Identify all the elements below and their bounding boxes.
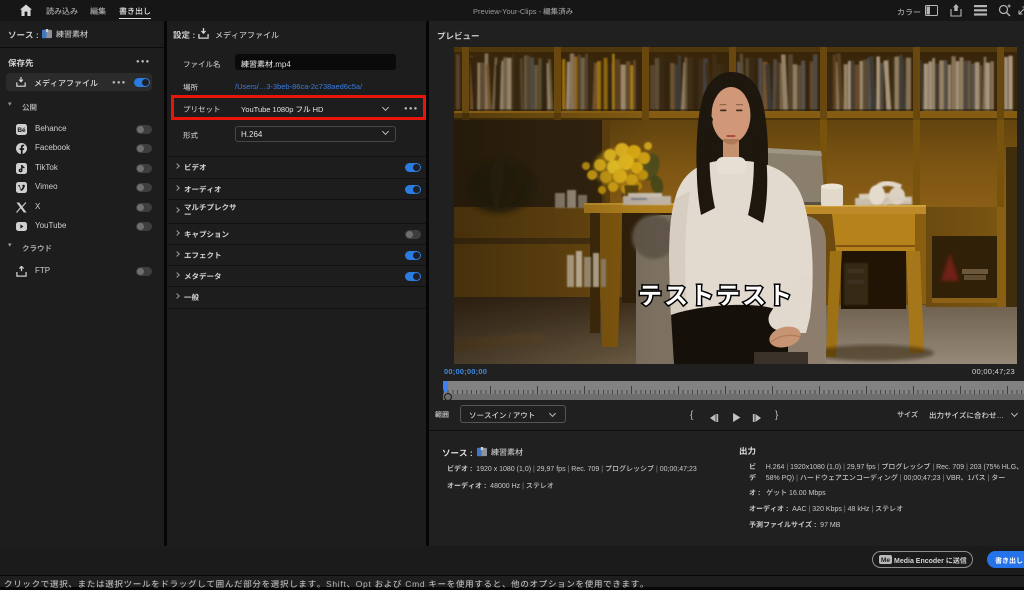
svg-text:Me: Me (881, 557, 890, 564)
svg-text:テストテスト: テストテスト (638, 283, 794, 310)
svg-text:Bé: Bé (17, 127, 26, 134)
